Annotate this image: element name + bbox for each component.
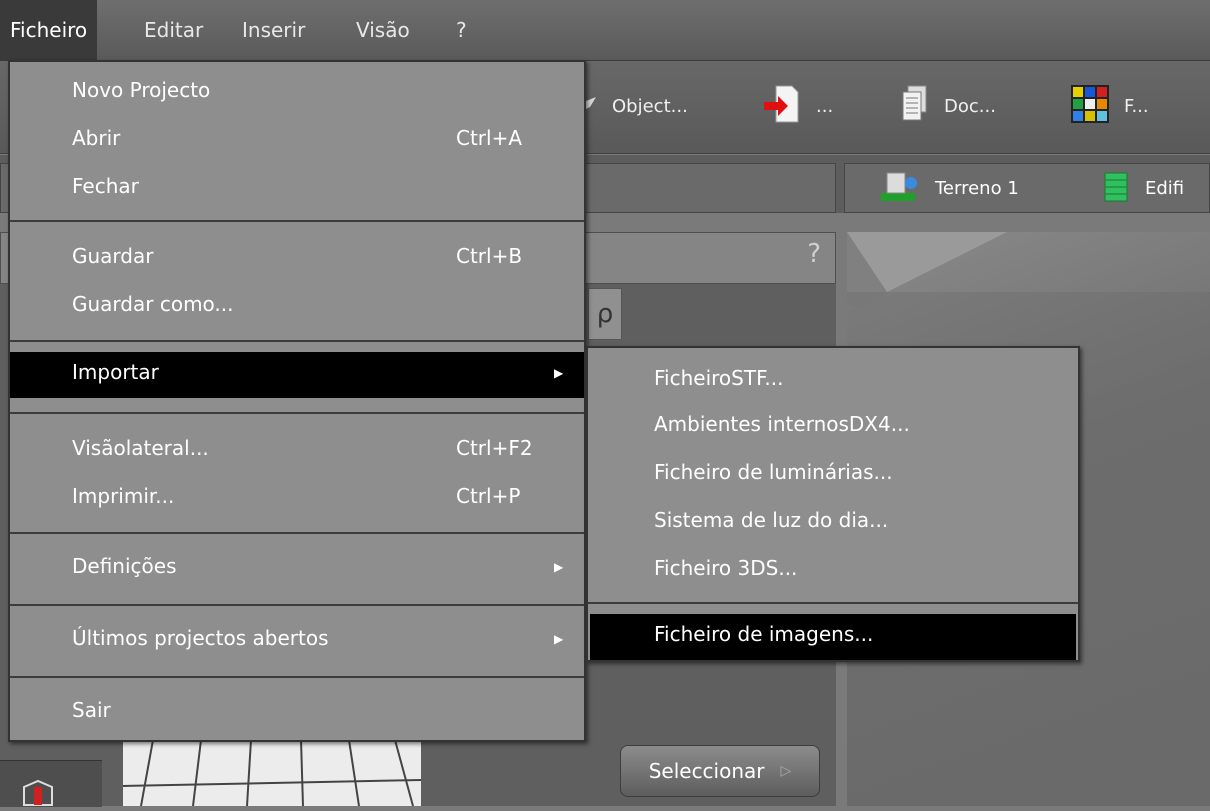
menu-inserir[interactable]: Inserir: [232, 0, 315, 60]
menu-item-save[interactable]: Guardar Ctrl+B: [10, 236, 584, 282]
menu-bar: Ficheiro Editar Inserir Visão ?: [0, 0, 1210, 61]
menu-help[interactable]: ?: [446, 0, 477, 60]
submenu-item-3ds[interactable]: Ficheiro 3DS...: [588, 548, 1078, 594]
terrain-icon: [881, 169, 923, 208]
file-menu: Novo Projecto Abrir Ctrl+A Fechar Guarda…: [8, 60, 586, 742]
view-tabs: Terreno 1 Edifi: [844, 163, 1210, 213]
submenu-item-stf[interactable]: FicheiroSTF...: [588, 358, 1078, 404]
menu-item-label: Importar: [72, 360, 159, 384]
submenu-item-label: Ambientes internosDX4...: [654, 412, 910, 436]
chevron-right-icon: ▷: [780, 763, 792, 779]
menu-item-shortcut: Ctrl+F2: [456, 436, 533, 460]
select-button-label: Seleccionar: [648, 759, 765, 783]
menu-separator: [10, 604, 584, 606]
menu-separator: [10, 532, 584, 534]
color-grid-icon: [1070, 84, 1110, 129]
menu-item-new-project[interactable]: Novo Projecto: [10, 70, 584, 116]
tab-building[interactable]: Edifi: [1101, 164, 1184, 212]
menu-item-label: Guardar: [72, 244, 154, 268]
document-tool-label: Doc...: [944, 95, 996, 117]
menu-item-save-as[interactable]: Guardar como...: [10, 284, 584, 330]
menu-item-label: Imprimir...: [72, 484, 175, 508]
tab-terrain[interactable]: Terreno 1: [881, 164, 1019, 212]
select-button[interactable]: Seleccionar ▷: [620, 745, 820, 797]
menu-item-print[interactable]: Imprimir... Ctrl+P: [10, 476, 584, 522]
submenu-item-label: FicheiroSTF...: [654, 366, 784, 390]
submenu-item-images[interactable]: Ficheiro de imagens...: [590, 614, 1076, 660]
menu-editar[interactable]: Editar: [134, 0, 213, 60]
submenu-arrow-icon: ▶: [554, 560, 564, 574]
object-tool-label: Object...: [612, 95, 688, 117]
submenu-item-label: Ficheiro de luminárias...: [654, 460, 893, 484]
menu-item-label: Visãolateral...: [72, 436, 209, 460]
submenu-item-label: Ficheiro de imagens...: [654, 622, 874, 646]
building-icon: [1101, 169, 1133, 208]
document-tool[interactable]: Doc...: [900, 81, 996, 131]
submenu-item-luminaires[interactable]: Ficheiro de luminárias...: [588, 452, 1078, 498]
menu-item-label: Últimos projectos abertos: [72, 626, 329, 650]
import-tool-label: ...: [816, 95, 834, 117]
menu-item-label: Fechar: [72, 174, 139, 198]
menu-item-shortcut: Ctrl+P: [456, 484, 521, 508]
menu-item-shortcut: Ctrl+B: [456, 244, 523, 268]
object-tool[interactable]: Object...: [580, 81, 688, 131]
submenu-item-label: Sistema de luz do dia...: [654, 508, 889, 532]
tab-terrain-label: Terreno 1: [935, 177, 1019, 199]
menu-item-label: Definições: [72, 554, 177, 578]
menu-item-close[interactable]: Fechar: [10, 166, 584, 212]
menu-separator: [10, 412, 584, 414]
floor-grid-preview: [123, 740, 421, 806]
menu-item-recent-projects[interactable]: Últimos projectos abertos ▶: [10, 618, 584, 664]
document-icon: [900, 84, 930, 129]
menu-separator: [10, 340, 584, 342]
menu-separator: [10, 220, 584, 222]
import-submenu: FicheiroSTF... Ambientes internosDX4... …: [586, 346, 1080, 662]
import-tool[interactable]: ...: [762, 81, 833, 131]
menu-separator: [10, 676, 584, 678]
menu-item-label: Sair: [72, 698, 111, 722]
submenu-arrow-icon: ▶: [554, 632, 564, 646]
menu-item-label: Guardar como...: [72, 292, 234, 316]
tab-building-label: Edifi: [1145, 177, 1185, 199]
menu-item-exit[interactable]: Sair: [10, 690, 584, 736]
menu-ficheiro[interactable]: Ficheiro: [0, 0, 98, 60]
color-grid-tool-label: F...: [1124, 95, 1149, 117]
submenu-arrow-icon: ▶: [554, 366, 564, 380]
submenu-item-daylight[interactable]: Sistema de luz do dia...: [588, 500, 1078, 546]
menu-item-shortcut: Ctrl+A: [456, 126, 523, 150]
menu-item-open[interactable]: Abrir Ctrl+A: [10, 118, 584, 164]
submenu-item-dx4[interactable]: Ambientes internosDX4...: [588, 404, 1078, 450]
menu-item-import[interactable]: Importar ▶: [10, 352, 584, 398]
menu-item-label: Novo Projecto: [72, 78, 211, 102]
menu-item-settings[interactable]: Definições ▶: [10, 546, 584, 592]
bottom-left-toolbar: [0, 760, 102, 807]
menu-item-label: Abrir: [72, 126, 121, 150]
color-grid-tool[interactable]: F...: [1070, 81, 1149, 131]
help-button[interactable]: ?: [807, 239, 821, 269]
import-arrow-icon: [762, 84, 802, 129]
menu-visao[interactable]: Visão: [346, 0, 420, 60]
reflectance-button[interactable]: ρ: [588, 288, 622, 340]
submenu-item-label: Ficheiro 3DS...: [654, 556, 798, 580]
menu-separator: [588, 602, 1078, 604]
menu-item-side-view[interactable]: Visãolateral... Ctrl+F2: [10, 428, 584, 474]
